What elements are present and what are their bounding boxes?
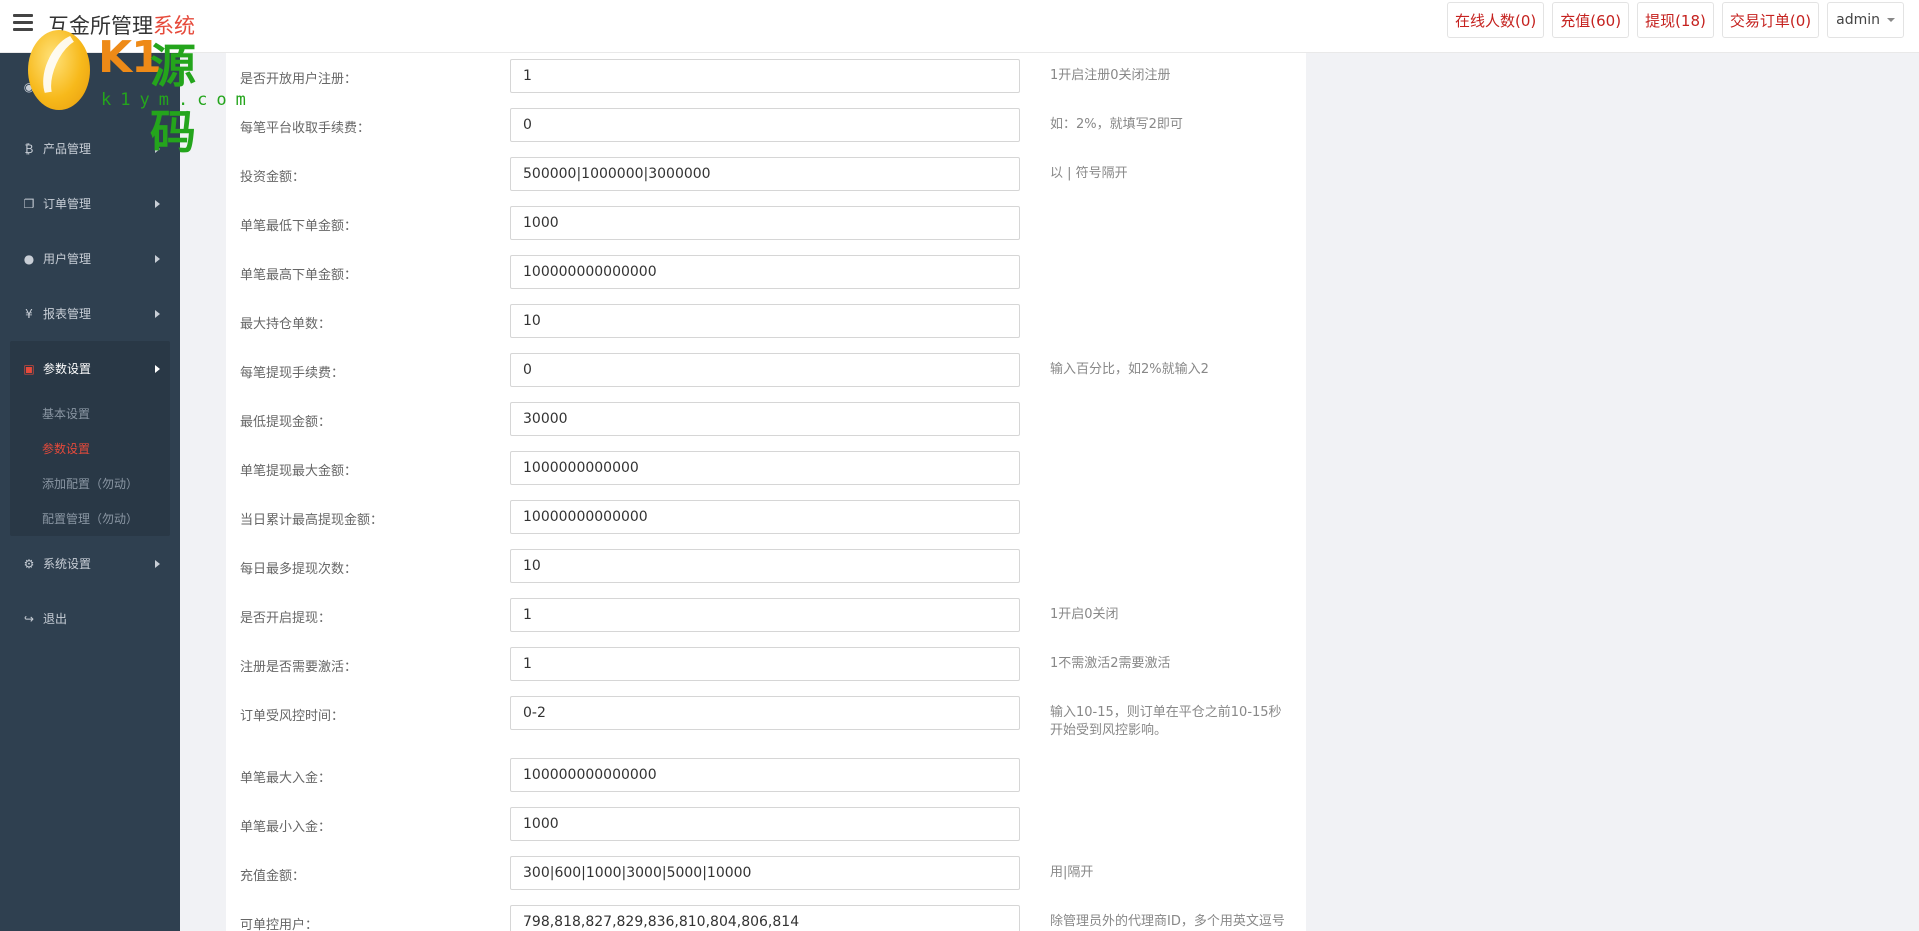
form-label: 是否开启提现： <box>240 611 332 626</box>
form-input[interactable]: 100000000000000 <box>510 758 1020 792</box>
user-menu-button[interactable]: admin <box>1827 2 1904 38</box>
form-input[interactable]: 30000 <box>510 402 1020 436</box>
sidebar-item-logout[interactable]: ↪ 退出 <box>0 591 180 646</box>
trade-orders-button[interactable]: 交易订单(0) <box>1721 2 1820 38</box>
form-help-text: 输入10-15，则订单在平仓之前10-15秒开始受到风控影响。 <box>1050 705 1282 738</box>
user-icon: ● <box>23 251 35 266</box>
form-label: 最低提现金额： <box>240 415 332 430</box>
form-input[interactable]: 10 <box>510 549 1020 583</box>
form-input[interactable]: 500000|1000000|3000000 <box>510 157 1020 191</box>
form-label: 每笔提现手续费： <box>240 366 345 381</box>
form-help-text: 1开启注册0关闭注册 <box>1050 68 1171 83</box>
sidebar-subitem-add-config[interactable]: 添加配置（勿动） <box>10 466 170 501</box>
chevron-right-icon <box>155 310 160 318</box>
sidebar-item-users[interactable]: ● 用户管理 <box>0 231 180 286</box>
form-help-text: 1不需激活2需要激活 <box>1050 656 1171 671</box>
form-label: 单笔提现最大金额： <box>240 464 358 479</box>
chevron-down-icon <box>1887 18 1895 22</box>
user-name: admin <box>1836 12 1880 28</box>
form-help-text: 以 | 符号隔开 <box>1050 166 1128 181</box>
form-input[interactable]: 0 <box>510 108 1020 142</box>
form-help-text: 如：2%，就填写2即可 <box>1050 117 1183 132</box>
form-help-text: 用|隔开 <box>1050 865 1094 880</box>
form-label: 投资金额： <box>240 170 306 185</box>
sidebar: ◉ 系统 ₿ 产品管理 ❐ 订单管理 ● 用户管理 ¥ 报表管理 ▣ 参数设置 … <box>0 53 180 931</box>
sidebar-item-label: 报表管理 <box>43 307 92 321</box>
recharge-button[interactable]: 充值(60) <box>1552 2 1630 38</box>
form-input[interactable]: 798,818,827,829,836,810,804,806,814 <box>510 905 1020 931</box>
sidebar-item-reports[interactable]: ¥ 报表管理 <box>0 286 180 341</box>
form-input[interactable]: 1 <box>510 598 1020 632</box>
sign-out-icon: ↪ <box>23 611 35 626</box>
online-users-button[interactable]: 在线人数(0) <box>1447 2 1545 38</box>
cogs-icon: ⚙ <box>23 556 35 571</box>
sidebar-item-label: 参数设置 <box>43 362 92 376</box>
form-input[interactable]: 100000000000000 <box>510 255 1020 289</box>
form-input[interactable]: 300|600|1000|3000|5000|10000 <box>510 856 1020 890</box>
chevron-right-icon <box>155 255 160 263</box>
chevron-right-icon <box>155 560 160 568</box>
sidebar-item-params[interactable]: ▣ 参数设置 <box>10 341 170 396</box>
top-navbar: 互金所管理系统 在线人数(0) 充值(60) 提现(18) 交易订单(0) ad… <box>0 0 1919 53</box>
sidebar-subitem-param-settings[interactable]: 参数设置 <box>10 431 170 466</box>
form-label: 注册是否需要激活： <box>240 660 358 675</box>
chevron-right-icon <box>155 365 160 373</box>
form-label: 每日最多提现次数： <box>240 562 358 577</box>
form-input[interactable]: 1 <box>510 647 1020 681</box>
watermark-logo: K1 源码 k1ym.com <box>28 25 246 159</box>
form-input[interactable]: 1000 <box>510 807 1020 841</box>
yen-icon: ¥ <box>25 306 33 321</box>
copy-icon: ❐ <box>23 196 35 211</box>
form-help-text: 1开启0关闭 <box>1050 607 1119 622</box>
files-icon: ▣ <box>23 361 35 376</box>
form-label: 充值金额： <box>240 869 306 884</box>
top-actions: 在线人数(0) 充值(60) 提现(18) 交易订单(0) admin <box>1447 2 1904 38</box>
form-help-text: 除管理员外的代理商ID，多个用英文逗号隔开如： 8888,9999 <box>1050 914 1285 929</box>
sidebar-item-system-settings[interactable]: ⚙ 系统设置 <box>0 536 180 591</box>
form-label: 单笔最低下单金额： <box>240 219 358 234</box>
form-input[interactable]: 1000 <box>510 206 1020 240</box>
form-label: 单笔最小入金： <box>240 820 332 835</box>
sidebar-subitem-config-manage[interactable]: 配置管理（勿动） <box>10 501 170 536</box>
bitcoin-icon: ₿ <box>24 141 34 156</box>
sidebar-active-group: ▣ 参数设置 基本设置 参数设置 添加配置（勿动） 配置管理（勿动） <box>10 341 170 536</box>
sidebar-item-label: 退出 <box>43 612 68 626</box>
form-label: 单笔最高下单金额： <box>240 268 358 283</box>
form-help-text: 输入百分比，如2%就输入2 <box>1050 362 1209 377</box>
form-input[interactable]: 10000000000000 <box>510 500 1020 534</box>
sidebar-item-label: 用户管理 <box>43 252 92 266</box>
withdraw-button[interactable]: 提现(18) <box>1637 2 1714 38</box>
form-label: 单笔最大入金： <box>240 771 332 786</box>
sidebar-item-orders[interactable]: ❐ 订单管理 <box>0 176 180 231</box>
sidebar-subitem-basic-settings[interactable]: 基本设置 <box>10 396 170 431</box>
chevron-right-icon <box>155 200 160 208</box>
form-label: 当日累计最高提现金额： <box>240 513 384 528</box>
settings-form-panel: 是否开放用户注册： 1 1开启注册0关闭注册每笔平台收取手续费： 0 如：2%，就填写2… <box>226 53 1306 931</box>
form-label: 是否开放用户注册： <box>240 72 358 87</box>
form-input[interactable]: 0-2 <box>510 696 1020 730</box>
form-label: 可单控用户： <box>240 918 319 931</box>
sidebar-item-label: 系统设置 <box>43 557 92 571</box>
form-input[interactable]: 10 <box>510 304 1020 338</box>
form-label: 最大持仓单数： <box>240 317 332 332</box>
form-label: 每笔平台收取手续费： <box>240 121 371 136</box>
form-input[interactable]: 1000000000000 <box>510 451 1020 485</box>
form-input[interactable]: 1 <box>510 59 1020 93</box>
sidebar-item-label: 产品管理 <box>43 142 92 156</box>
form-input[interactable]: 0 <box>510 353 1020 387</box>
watermark-url: k1ym.com <box>101 90 255 110</box>
sidebar-item-label: 订单管理 <box>43 197 92 211</box>
form-label: 订单受风控时间： <box>240 709 345 724</box>
